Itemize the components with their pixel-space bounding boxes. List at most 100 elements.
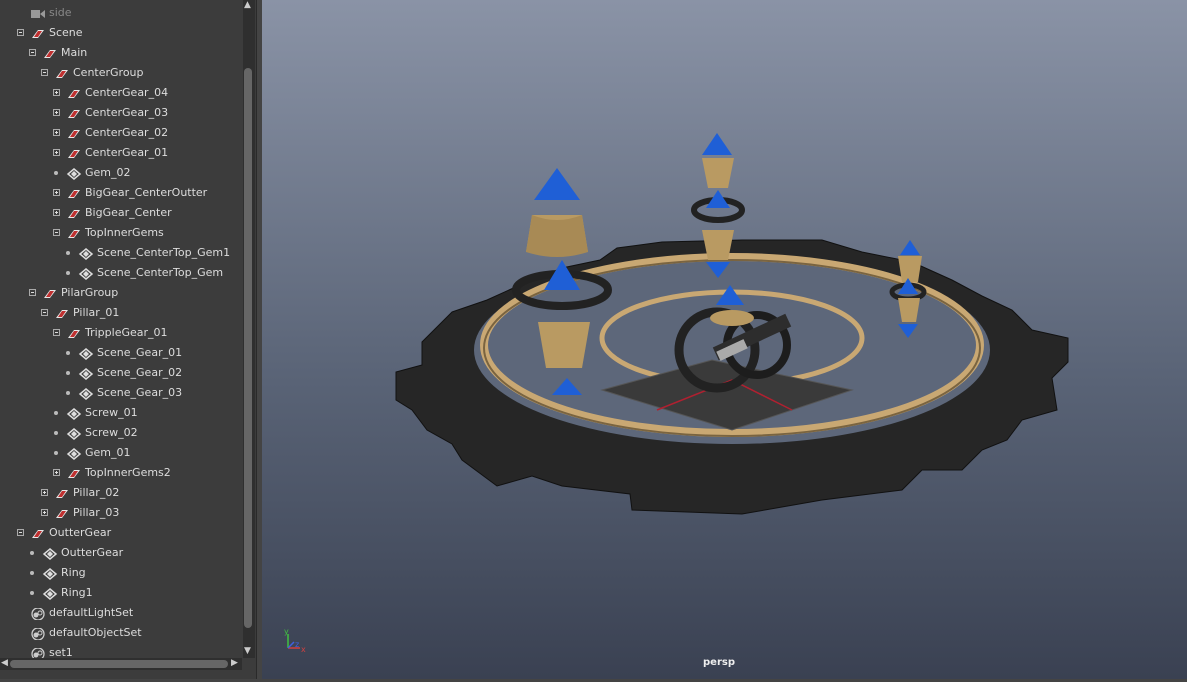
outliner-item-label: PilarGroup: [61, 286, 119, 299]
outliner-item-label: Scene_Gear_03: [97, 386, 183, 399]
axis-gizmo: y z x: [284, 627, 306, 654]
outliner-item[interactable]: Gem_02: [0, 163, 242, 183]
collapse-icon[interactable]: [53, 229, 60, 236]
outliner-item[interactable]: CenterGear_04: [0, 83, 242, 103]
leaf-dot-icon: [30, 551, 34, 555]
collapse-icon[interactable]: [17, 29, 24, 36]
3d-viewport[interactable]: y z x persp: [262, 0, 1187, 679]
expand-icon[interactable]: [53, 209, 60, 216]
transform-icon: [54, 487, 70, 499]
outliner-item-label: CenterGear_03: [85, 106, 169, 119]
scroll-right-arrow-icon[interactable]: ▶: [231, 658, 238, 668]
outliner-item[interactable]: Ring1: [0, 583, 242, 603]
outliner-item[interactable]: Scene_CenterTop_Gem: [0, 263, 242, 283]
outliner-item[interactable]: defaultObjectSet: [0, 623, 242, 643]
expand-icon[interactable]: [41, 509, 48, 516]
transform-icon: [42, 47, 58, 59]
outliner-item[interactable]: Screw_01: [0, 403, 242, 423]
transform-icon: [66, 207, 82, 219]
outliner-item-label: CenterGear_01: [85, 146, 169, 159]
set-icon: [30, 647, 46, 658]
collapse-icon[interactable]: [41, 69, 48, 76]
outliner-item[interactable]: CenterGear_02: [0, 123, 242, 143]
axis-z-label: z: [295, 640, 299, 649]
outliner-item[interactable]: Ring: [0, 563, 242, 583]
leaf-dot-icon: [54, 411, 58, 415]
outliner-item[interactable]: Scene_Gear_02: [0, 363, 242, 383]
outliner-item-label: Pillar_01: [73, 306, 120, 319]
outliner-item[interactable]: PilarGroup: [0, 283, 242, 303]
outliner-item[interactable]: defaultLightSet: [0, 603, 242, 623]
outliner-item[interactable]: Pillar_03: [0, 503, 242, 523]
expand-icon[interactable]: [53, 129, 60, 136]
horizontal-scrollbar-thumb[interactable]: [10, 660, 228, 668]
outliner-item-label: CenterGear_04: [85, 86, 169, 99]
outliner-item[interactable]: side: [0, 3, 242, 23]
transform-icon: [66, 187, 82, 199]
outliner-item[interactable]: set1: [0, 643, 242, 658]
outliner-item[interactable]: BigGear_CenterOutter: [0, 183, 242, 203]
expand-icon[interactable]: [53, 189, 60, 196]
outliner-item[interactable]: CenterGroup: [0, 63, 242, 83]
expand-icon[interactable]: [53, 89, 60, 96]
collapse-icon[interactable]: [29, 49, 36, 56]
collapse-icon[interactable]: [41, 309, 48, 316]
outliner-item-label: Pillar_03: [73, 506, 120, 519]
outliner-item[interactable]: Scene_Gear_03: [0, 383, 242, 403]
outliner-item[interactable]: OutterGear: [0, 523, 242, 543]
collapse-icon[interactable]: [53, 329, 60, 336]
transform-icon: [30, 527, 46, 539]
outliner-item[interactable]: Scene_Gear_01: [0, 343, 242, 363]
outliner-item-label: Scene_CenterTop_Gem: [97, 266, 224, 279]
outliner-tree: side Scene Main CenterGroup CenterGear_04 Cen…: [0, 0, 242, 658]
scroll-left-arrow-icon[interactable]: ◀: [1, 658, 8, 668]
mesh-icon: [42, 587, 58, 600]
outliner-item-label: OutterGear: [49, 526, 112, 539]
outliner-item[interactable]: Pillar_01: [0, 303, 242, 323]
transform-icon: [66, 147, 82, 159]
vertical-scrollbar-thumb[interactable]: [244, 68, 252, 628]
mesh-icon: [66, 407, 82, 420]
mesh-icon: [78, 367, 94, 380]
expand-icon[interactable]: [53, 109, 60, 116]
leaf-dot-icon: [54, 431, 58, 435]
mesh-icon: [66, 427, 82, 440]
set-icon: [30, 607, 46, 621]
scroll-down-arrow-icon[interactable]: ▼: [244, 646, 251, 656]
outliner-item[interactable]: Pillar_02: [0, 483, 242, 503]
outliner-item[interactable]: TopInnerGems: [0, 223, 242, 243]
outliner-item[interactable]: TopInnerGems2: [0, 463, 242, 483]
outliner-item[interactable]: CenterGear_03: [0, 103, 242, 123]
collapse-icon[interactable]: [29, 289, 36, 296]
outliner-item-label: Scene_CenterTop_Gem1: [97, 246, 231, 259]
leaf-dot-icon: [30, 591, 34, 595]
transform-icon: [30, 27, 46, 39]
outliner-item[interactable]: TrippleGear_01: [0, 323, 242, 343]
outliner-item-label: CenterGroup: [73, 66, 144, 79]
outliner-item-label: TrippleGear_01: [85, 326, 168, 339]
outliner-item-label: Ring1: [61, 586, 93, 599]
camera-icon: [30, 7, 46, 19]
outliner-item[interactable]: OutterGear: [0, 543, 242, 563]
scroll-up-arrow-icon[interactable]: ▲: [244, 0, 251, 10]
outliner-item[interactable]: Gem_01: [0, 443, 242, 463]
outliner-item[interactable]: BigGear_Center: [0, 203, 242, 223]
outliner-item[interactable]: Scene: [0, 23, 242, 43]
outliner-item-label: BigGear_Center: [85, 206, 172, 219]
axis-y-label: y: [284, 627, 289, 636]
transform-icon: [66, 327, 82, 339]
outliner-item[interactable]: Scene_CenterTop_Gem1: [0, 243, 242, 263]
expand-icon[interactable]: [41, 489, 48, 496]
collapse-icon[interactable]: [17, 529, 24, 536]
transform-icon: [66, 107, 82, 119]
outliner-item[interactable]: CenterGear_01: [0, 143, 242, 163]
outliner-item[interactable]: Screw_02: [0, 423, 242, 443]
mesh-icon: [78, 387, 94, 400]
mesh-icon: [66, 447, 82, 460]
expand-icon[interactable]: [53, 469, 60, 476]
outliner-item[interactable]: Main: [0, 43, 242, 63]
leaf-dot-icon: [54, 171, 58, 175]
leaf-dot-icon: [66, 251, 70, 255]
expand-icon[interactable]: [53, 149, 60, 156]
axis-x-label: x: [301, 645, 306, 654]
